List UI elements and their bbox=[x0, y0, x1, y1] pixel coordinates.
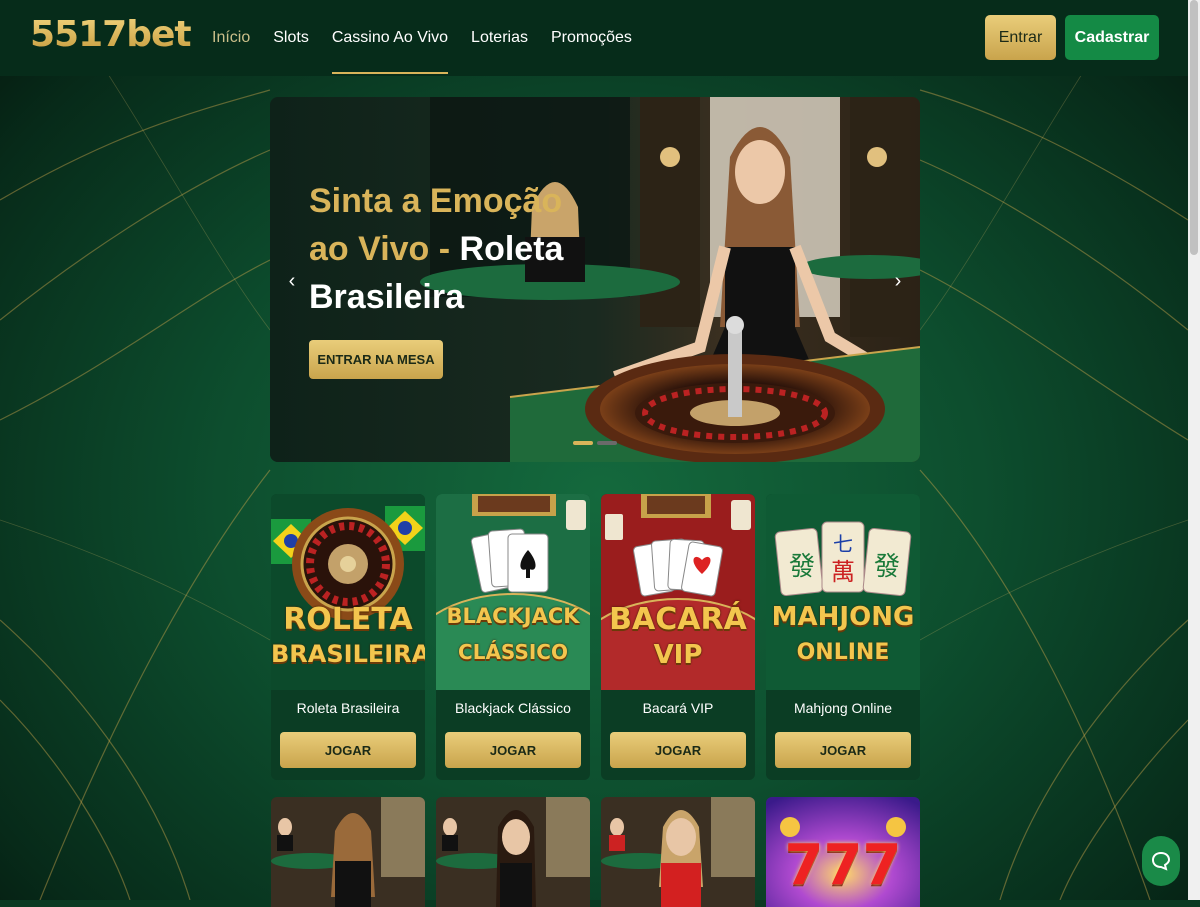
game-card-roleta[interactable]: ROLETA BRASILEIRA Roleta Brasileira JOGA… bbox=[271, 494, 425, 780]
scrollbar-thumb[interactable] bbox=[1190, 0, 1198, 255]
play-button[interactable]: JOGAR bbox=[775, 732, 911, 768]
game-name: Blackjack Clássico bbox=[455, 700, 571, 716]
game-card-blackjack[interactable]: BLACKJACK CLÁSSICO Blackjack Clássico JO… bbox=[436, 494, 590, 780]
nav-item-slots[interactable]: Slots bbox=[273, 0, 309, 76]
main-nav: Início Slots Cassino Ao Vivo Loterias Pr… bbox=[212, 0, 655, 76]
art-title-line2: ONLINE bbox=[796, 640, 890, 665]
art-title-line1: BACARÁ bbox=[609, 602, 747, 637]
art-title-line1: MAHJONG bbox=[771, 602, 915, 632]
page-scrollbar[interactable] bbox=[1188, 0, 1200, 900]
game-card-bacara[interactable]: BACARÁ VIP Bacará VIP JOGAR bbox=[601, 494, 755, 780]
hero-title: Sinta a Emoção ao Vivo - Roleta Brasilei… bbox=[309, 177, 609, 321]
live-dealer-image bbox=[601, 797, 755, 907]
carousel-dot-2[interactable] bbox=[597, 441, 617, 445]
nav-item-promocoes[interactable]: Promoções bbox=[551, 0, 632, 76]
art-title-line1: BLACKJACK bbox=[446, 604, 580, 628]
hero-banner: Sinta a Emoção ao Vivo - Roleta Brasilei… bbox=[270, 97, 920, 462]
nav-item-inicio[interactable]: Início bbox=[212, 0, 250, 76]
top-header: 5517bet Início Slots Cassino Ao Vivo Lot… bbox=[0, 0, 1188, 76]
chevron-right-icon[interactable]: › bbox=[888, 269, 908, 293]
enter-table-button[interactable]: ENTRAR NA MESA bbox=[309, 340, 443, 379]
site-logo[interactable]: 5517bet bbox=[30, 14, 192, 55]
carousel-dot-1[interactable] bbox=[573, 441, 593, 445]
play-button[interactable]: JOGAR bbox=[445, 732, 581, 768]
live-dealer-card-2[interactable] bbox=[436, 797, 590, 907]
chat-button[interactable] bbox=[1142, 836, 1180, 886]
art-title-line2: CLÁSSICO bbox=[458, 640, 568, 664]
slot-title: 777 bbox=[784, 833, 902, 898]
login-button[interactable]: Entrar bbox=[985, 15, 1056, 60]
live-dealer-image bbox=[436, 797, 590, 907]
live-dealer-image bbox=[271, 797, 425, 907]
art-title-line1: ROLETA bbox=[283, 602, 413, 637]
live-dealer-card-1[interactable] bbox=[271, 797, 425, 907]
mahjong-tile-left: 發 bbox=[788, 552, 815, 582]
play-button[interactable]: JOGAR bbox=[610, 732, 746, 768]
game-name: Mahjong Online bbox=[793, 700, 893, 716]
mahjong-tile-middle-sub: 萬 bbox=[831, 558, 855, 586]
game-name: Roleta Brasileira bbox=[296, 700, 400, 716]
art-title-line2: BRASILEIRA bbox=[271, 640, 425, 668]
nav-item-cassino-ao-vivo[interactable]: Cassino Ao Vivo bbox=[331, 0, 449, 76]
game-name: Bacará VIP bbox=[642, 700, 714, 716]
live-dealer-card-3[interactable] bbox=[601, 797, 755, 907]
chat-icon bbox=[1151, 851, 1171, 871]
mahjong-tile-right: 發 bbox=[873, 552, 900, 582]
carousel-dots bbox=[573, 441, 617, 445]
game-card-mahjong[interactable]: 發 七 萬 發 MAHJONG ONLINE Mahjong Online JO… bbox=[766, 494, 920, 780]
art-title-line2: VIP bbox=[653, 640, 703, 670]
nav-item-loterias[interactable]: Loterias bbox=[471, 0, 528, 76]
slot-card-777[interactable]: 777 bbox=[766, 797, 920, 907]
chevron-left-icon[interactable]: ‹ bbox=[282, 269, 302, 293]
register-button[interactable]: Cadastrar bbox=[1065, 15, 1159, 60]
play-button[interactable]: JOGAR bbox=[280, 732, 416, 768]
